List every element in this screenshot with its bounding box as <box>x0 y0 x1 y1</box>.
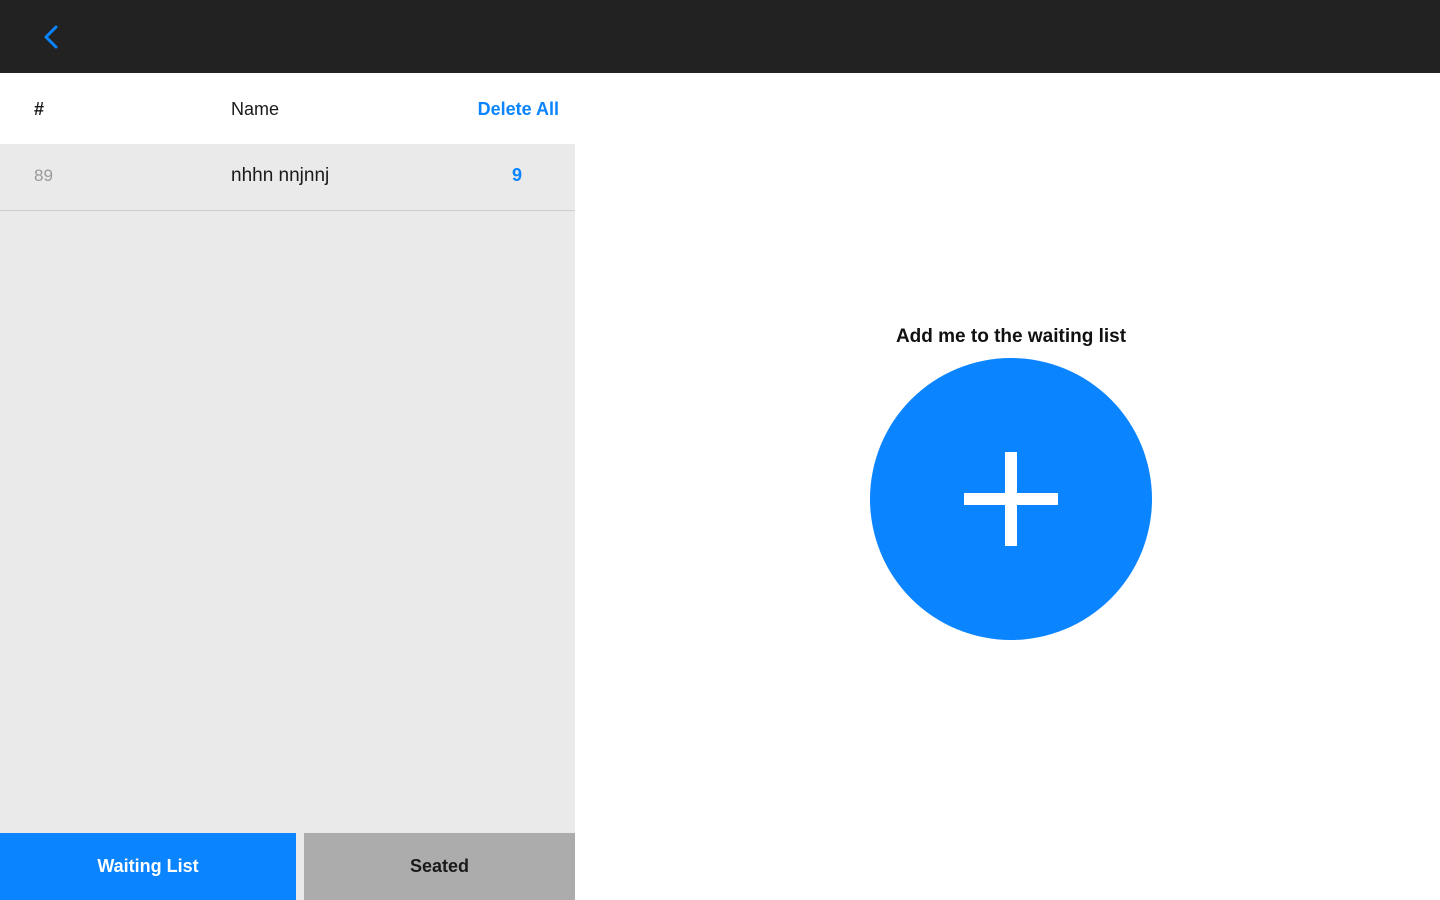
list-item[interactable]: 89 nhhn nnjnnj 9 <box>0 144 575 211</box>
tab-seated[interactable]: Seated <box>304 833 575 900</box>
add-to-waiting-list-label: Add me to the waiting list <box>895 326 1127 347</box>
back-button[interactable] <box>28 14 74 60</box>
list-item-count: 9 <box>512 165 523 185</box>
delete-all-button[interactable]: Delete All <box>478 99 559 120</box>
add-to-waiting-list-button[interactable] <box>870 358 1152 640</box>
list-header: # Name Delete All <box>0 73 575 144</box>
plus-icon <box>964 452 1058 546</box>
tab-waiting-list-label: Waiting List <box>97 856 199 876</box>
column-header-name: Name <box>231 99 280 119</box>
list-item-number: 89 <box>34 166 53 185</box>
chevron-left-icon <box>44 25 58 49</box>
tab-seated-label: Seated <box>409 856 470 876</box>
tab-waiting-list[interactable]: Waiting List <box>0 833 296 900</box>
column-header-number: # <box>34 99 45 119</box>
list-item-name: nhhn nnjnnj <box>231 165 330 186</box>
top-bar <box>0 0 1440 73</box>
app-root: # Name Delete All 89 nhhn nnjnnj 9 Waiti… <box>0 0 1440 900</box>
waiting-list-panel: # Name Delete All 89 nhhn nnjnnj 9 Waiti… <box>0 73 575 900</box>
